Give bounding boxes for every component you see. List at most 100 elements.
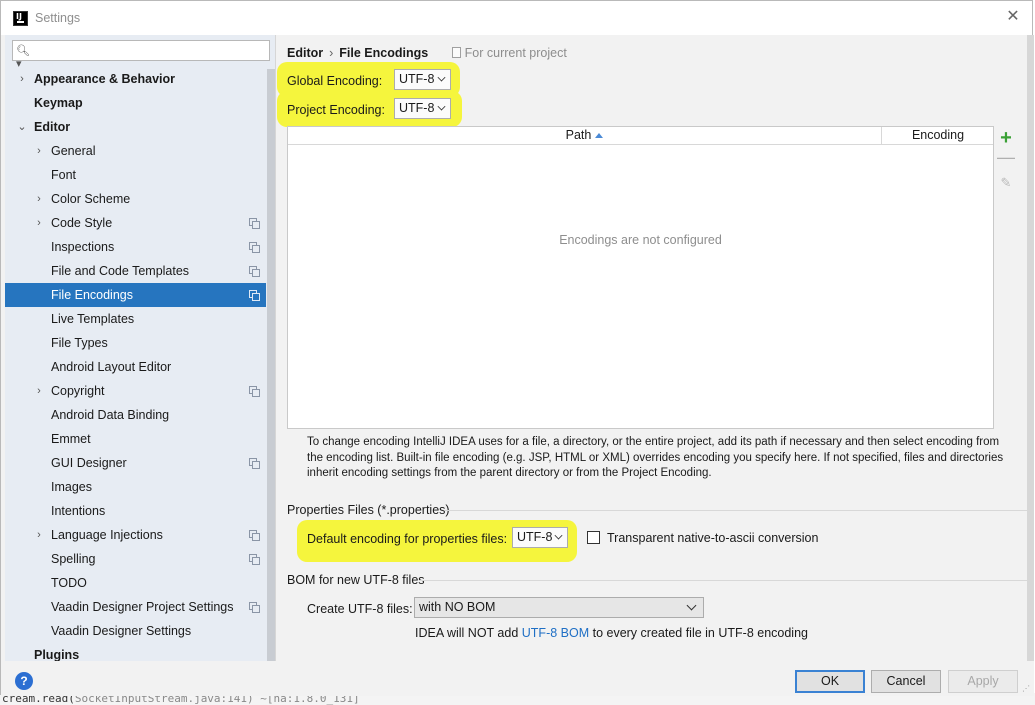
encodings-table[interactable]: Path Encoding Encodings are not configur… (287, 126, 994, 429)
project-scope-icon (451, 47, 461, 58)
chevron-right-icon[interactable]: › (34, 379, 44, 403)
chevron-right-icon[interactable]: › (34, 139, 44, 163)
project-scope-icon (249, 602, 260, 613)
sidebar-item-label: Live Templates (51, 312, 135, 326)
close-icon[interactable]: ✕ (1004, 8, 1022, 26)
project-scope-note: For current project (451, 46, 567, 60)
sidebar-item-label: Intentions (51, 504, 106, 518)
settings-search-box[interactable]: 🔍︎▾ (12, 40, 270, 70)
column-header-encoding[interactable]: Encoding (883, 127, 993, 144)
search-icon[interactable]: 🔍︎▾ (16, 44, 32, 70)
sort-ascending-icon (595, 133, 604, 138)
default-properties-encoding-label: Default encoding for properties files: (307, 532, 508, 546)
sidebar-item-general[interactable]: › General (5, 139, 267, 163)
project-scope-label: For current project (464, 46, 567, 60)
column-header-path[interactable]: Path (288, 127, 882, 144)
create-utf8-files-value: with NO BOM (419, 600, 496, 614)
help-icon[interactable]: ? (15, 672, 33, 690)
sidebar-item-font[interactable]: Font (5, 163, 267, 187)
sidebar-item-language-injections[interactable]: › Language Injections (5, 523, 267, 547)
global-encoding-label: Global Encoding: (287, 74, 383, 88)
chevron-right-icon[interactable]: › (34, 211, 44, 235)
utf8-bom-link[interactable]: UTF-8 BOM (522, 626, 589, 640)
global-encoding-dropdown[interactable]: UTF-8 (394, 69, 451, 90)
chevron-right-icon[interactable]: › (17, 67, 27, 91)
sidebar-item-label: Images (51, 480, 92, 494)
bom-section-title: BOM for new UTF-8 files (287, 573, 425, 587)
sidebar-item-file-and-code-templates[interactable]: File and Code Templates (5, 259, 267, 283)
sidebar-item-label: Appearance & Behavior (34, 72, 176, 86)
remove-icon[interactable]: — (994, 146, 1018, 170)
sidebar-item-appearance-behavior[interactable]: › Appearance & Behavior (5, 67, 267, 91)
dialog-button-bar: ? OK Cancel Apply ⋰ (1, 661, 1034, 696)
column-header-path-label: Path (565, 128, 592, 142)
sidebar-item-color-scheme[interactable]: › Color Scheme (5, 187, 267, 211)
sidebar-item-label: File Encodings (51, 288, 133, 302)
sidebar-item-live-templates[interactable]: Live Templates (5, 307, 267, 331)
project-scope-icon (249, 218, 260, 229)
sidebar-item-inspections[interactable]: Inspections (5, 235, 267, 259)
chevron-down-icon (686, 600, 697, 611)
sidebar-item-vaadin-designer-project-settings[interactable]: Vaadin Designer Project Settings (5, 595, 267, 619)
properties-encoding-dropdown[interactable]: UTF-8 (512, 527, 568, 548)
sidebar-item-keymap[interactable]: Keymap (5, 91, 267, 115)
project-encoding-value: UTF-8 (399, 101, 435, 115)
sidebar-item-code-style[interactable]: › Code Style (5, 211, 267, 235)
sidebar-scrollbar-thumb[interactable] (267, 69, 275, 661)
sidebar-item-android-layout-editor[interactable]: Android Layout Editor (5, 355, 267, 379)
main-scrollbar-thumb[interactable] (1027, 35, 1034, 661)
resize-grip-icon[interactable]: ⋰ (1022, 684, 1032, 694)
sidebar-item-copyright[interactable]: › Copyright (5, 379, 267, 403)
apply-button[interactable]: Apply (948, 670, 1018, 693)
project-scope-icon (249, 554, 260, 565)
sidebar-item-file-encodings[interactable]: File Encodings (5, 283, 267, 307)
main-scrollbar[interactable] (1027, 35, 1034, 661)
breadcrumb: Editor › File Encodings For current projec… (287, 45, 567, 61)
chevron-down-icon[interactable]: ⌄ (17, 115, 27, 139)
project-scope-icon (249, 386, 260, 397)
table-toolbar: + — ✎ (994, 126, 1018, 429)
sidebar-item-todo[interactable]: TODO (5, 571, 267, 595)
sidebar-item-intentions[interactable]: Intentions (5, 499, 267, 523)
chevron-right-icon[interactable]: › (34, 523, 44, 547)
chevron-right-icon[interactable]: › (34, 187, 44, 211)
sidebar-item-label: Vaadin Designer Project Settings (51, 600, 234, 614)
intellij-app-icon: IJ (13, 10, 28, 26)
properties-section-divider (445, 510, 1027, 511)
sidebar-item-spelling[interactable]: Spelling (5, 547, 267, 571)
project-encoding-dropdown[interactable]: UTF-8 (394, 98, 451, 119)
sidebar-item-label: Editor (34, 120, 71, 134)
sidebar-item-editor[interactable]: ⌄ Editor (5, 115, 267, 139)
table-header: Path Encoding (288, 127, 993, 145)
settings-search-input[interactable] (35, 42, 265, 59)
chevron-down-icon (554, 531, 563, 540)
create-utf8-files-dropdown[interactable]: with NO BOM (414, 597, 704, 618)
chevron-down-icon (437, 73, 446, 82)
breadcrumb-current: File Encodings (339, 46, 429, 60)
sidebar-item-gui-designer[interactable]: GUI Designer (5, 451, 267, 475)
sidebar-item-android-data-binding[interactable]: Android Data Binding (5, 403, 267, 427)
sidebar-item-label: Color Scheme (51, 192, 131, 206)
table-empty-text: Encodings are not configured (559, 233, 722, 247)
encoding-help-text: To change encoding IntelliJ IDEA uses fo… (307, 436, 1004, 479)
ok-button[interactable]: OK (795, 670, 865, 693)
breadcrumb-parent: Editor (287, 46, 324, 60)
project-scope-icon (249, 266, 260, 277)
sidebar-item-file-types[interactable]: File Types (5, 331, 267, 355)
create-utf8-files-label: Create UTF-8 files: (307, 602, 413, 616)
sidebar-item-label: Keymap (34, 96, 83, 110)
file-encodings-panel: Editor › File Encodings For current projec… (277, 35, 1034, 661)
sidebar-scrollbar[interactable] (266, 69, 275, 661)
edit-icon[interactable]: ✎ (994, 171, 1018, 195)
cancel-button[interactable]: Cancel (871, 670, 941, 693)
sidebar-item-emmet[interactable]: Emmet (5, 427, 267, 451)
sidebar-item-vaadin-designer-settings[interactable]: Vaadin Designer Settings (5, 619, 267, 643)
sidebar-item-images[interactable]: Images (5, 475, 267, 499)
window-title: Settings (35, 11, 81, 25)
sidebar-item-label: Copyright (51, 384, 105, 398)
chevron-down-icon (437, 102, 446, 111)
bom-note: IDEA will NOT add UTF-8 BOM to every cre… (415, 625, 808, 641)
project-scope-icon (249, 458, 260, 469)
transparent-conversion-checkbox[interactable] (587, 531, 600, 544)
settings-dialog: IJ Settings ✕ 🔍︎▾ › Appearance & Behavior… (0, 0, 1034, 696)
